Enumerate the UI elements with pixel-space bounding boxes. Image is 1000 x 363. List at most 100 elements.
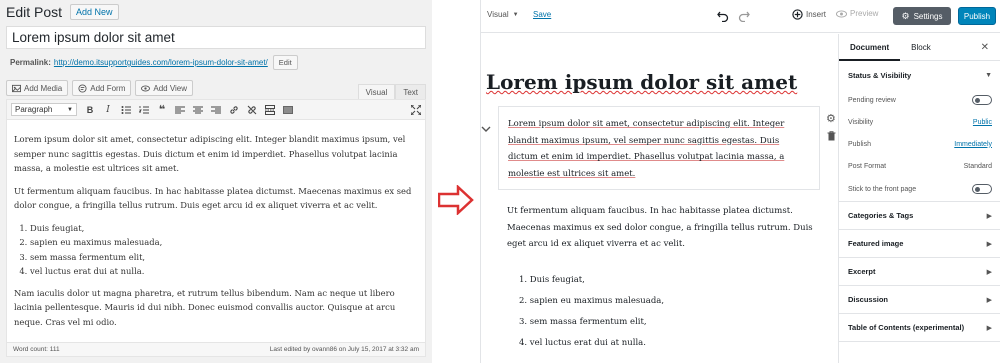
- mode-switcher[interactable]: Visual ▼: [487, 10, 519, 19]
- chevron-down-icon[interactable]: [481, 124, 491, 134]
- paragraph: Nam iaculis dolor ut magna pharetra, et …: [14, 287, 396, 327]
- settings-label: Settings: [913, 11, 943, 21]
- undo-icon[interactable]: [717, 10, 729, 22]
- post-format-select[interactable]: Standard: [964, 163, 992, 170]
- tab-block[interactable]: Block: [900, 34, 942, 61]
- more-tag-icon[interactable]: [265, 104, 275, 115]
- align-left-icon[interactable]: [175, 105, 185, 115]
- list-item: vel luctus erat dui at nulla.: [30, 264, 418, 278]
- word-count: Word count: 111: [13, 346, 60, 353]
- add-view-label: Add View: [153, 83, 188, 93]
- fullscreen-icon[interactable]: [411, 104, 421, 115]
- bold-icon[interactable]: B: [85, 105, 95, 115]
- editor-statusbar: Word count: 111 Last edited by ovann86 o…: [7, 342, 425, 356]
- visibility-link[interactable]: Public: [973, 119, 992, 126]
- last-edited: Last edited by ovann86 on July 15, 2017 …: [269, 346, 419, 353]
- save-link[interactable]: Save: [533, 10, 551, 19]
- caret-right-icon: ▶: [986, 212, 992, 220]
- paragraph-block-text: Lorem ipsum dolor sit amet, consectetur …: [508, 119, 785, 180]
- block-settings-icon[interactable]: ⚙: [826, 114, 836, 125]
- insert-button[interactable]: Insert: [792, 9, 826, 20]
- italic-icon[interactable]: I: [103, 105, 113, 115]
- numbered-list-icon[interactable]: [139, 105, 149, 115]
- panel-excerpt[interactable]: Excerpt ▶: [839, 258, 1000, 286]
- pending-review-label: Pending review: [848, 96, 896, 104]
- list-item: 1. Duis feugiat,: [519, 275, 585, 285]
- post-title[interactable]: Lorem ipsum dolor sit amet: [486, 70, 797, 94]
- panel-title: Table of Contents (experimental): [848, 323, 965, 332]
- publish-button[interactable]: Publish: [958, 7, 996, 25]
- permalink-label: Permalink:: [10, 58, 51, 67]
- settings-button[interactable]: ⚙ Settings: [893, 7, 951, 25]
- sidebar-tabs: Document Block ✕: [839, 34, 1000, 61]
- trash-icon[interactable]: [827, 131, 836, 141]
- toolbar-toggle-icon[interactable]: [283, 105, 293, 115]
- panel-title: Featured image: [848, 239, 904, 248]
- tab-text[interactable]: Text: [395, 84, 426, 100]
- gutenberg-editor: Visual ▼ Save Insert Preview ⚙ Settings …: [480, 0, 1000, 363]
- panel-title: Categories & Tags: [848, 211, 914, 220]
- caret-down-icon: ▼: [512, 11, 519, 18]
- caret-right-icon: ▶: [986, 268, 992, 276]
- format-select[interactable]: Paragraph ▼: [11, 103, 77, 116]
- add-form-label: Add Form: [90, 83, 126, 93]
- visibility-label: Visibility: [848, 118, 874, 126]
- list-item: 4. vel luctus erat dui at nulla.: [519, 338, 646, 348]
- stick-row: Stick to the front page: [848, 177, 992, 201]
- settings-sidebar: Document Block ✕ Status & Visibility ▼ P…: [838, 34, 1000, 363]
- paragraph-block[interactable]: Ut fermentum aliquam faucibus. In hac ha…: [507, 203, 819, 253]
- pending-review-toggle[interactable]: [972, 95, 992, 105]
- mode-label: Visual: [487, 10, 509, 19]
- stick-toggle[interactable]: [972, 184, 992, 194]
- add-view-button[interactable]: Add View: [135, 80, 194, 96]
- panel-categories-tags[interactable]: Categories & Tags ▶: [839, 202, 1000, 230]
- add-new-button[interactable]: Add New: [70, 4, 119, 20]
- tab-document[interactable]: Document: [839, 34, 901, 61]
- panel-featured-image[interactable]: Featured image ▶: [839, 230, 1000, 258]
- ordered-list: Duis feugiat, sapien eu maximus malesuad…: [30, 221, 418, 279]
- panel-status-visibility[interactable]: Status & Visibility ▼: [839, 61, 1000, 89]
- tab-visual[interactable]: Visual: [357, 84, 396, 100]
- caret-right-icon: ▶: [986, 296, 992, 304]
- permalink-edit-button[interactable]: Edit: [272, 55, 298, 70]
- close-icon[interactable]: ✕: [981, 42, 989, 53]
- bullet-list-icon[interactable]: [121, 105, 131, 115]
- classic-editor-box: Paragraph ▼ B I ❝ Lorem ipsum dolor sit …: [6, 99, 426, 357]
- add-form-button[interactable]: Add Form: [72, 80, 132, 96]
- tinymce-toolbar: Paragraph ▼ B I ❝: [7, 100, 425, 120]
- post-format-label: Post Format: [848, 162, 887, 170]
- preview-label: Preview: [850, 9, 879, 18]
- align-center-icon[interactable]: [193, 105, 203, 115]
- publish-row: Publish Immediately: [848, 133, 992, 155]
- view-icon: [141, 85, 151, 91]
- chevron-down-icon: ▼: [67, 106, 73, 113]
- list-item: 3. sem massa fermentum elit,: [519, 317, 647, 327]
- post-title-input[interactable]: Lorem ipsum dolor sit amet: [6, 26, 426, 49]
- add-media-label: Add Media: [24, 83, 63, 93]
- list-item: 2. sapien eu maximus malesuada,: [519, 296, 665, 306]
- editor-tabs: Visual Text: [357, 84, 426, 100]
- form-icon: [78, 83, 87, 93]
- media-buttons: Add Media Add Form Add View: [6, 80, 194, 96]
- redo-icon[interactable]: [738, 10, 750, 22]
- selected-paragraph-block[interactable]: Lorem ipsum dolor sit amet, consectetur …: [498, 106, 820, 190]
- unlink-icon[interactable]: [247, 105, 257, 115]
- align-right-icon[interactable]: [211, 105, 221, 115]
- eye-icon: [836, 10, 847, 17]
- publish-label: Publish: [848, 140, 871, 148]
- link-icon[interactable]: [229, 105, 239, 115]
- publish-date-link[interactable]: Immediately: [954, 141, 992, 148]
- media-icon: [12, 84, 21, 92]
- classic-content[interactable]: Lorem ipsum dolor sit amet, consectetur …: [7, 120, 425, 329]
- preview-button[interactable]: Preview: [836, 9, 878, 18]
- blockquote-icon[interactable]: ❝: [157, 104, 167, 115]
- list-item: sapien eu maximus malesuada,: [30, 235, 418, 249]
- permalink-url[interactable]: http://demo.itsupportguides.com/lorem-ip…: [54, 58, 268, 67]
- stick-label: Stick to the front page: [848, 185, 917, 193]
- add-media-button[interactable]: Add Media: [6, 80, 69, 96]
- panel-discussion[interactable]: Discussion ▶: [839, 286, 1000, 314]
- panel-title: Status & Visibility: [848, 70, 912, 80]
- panel-table-of-contents[interactable]: Table of Contents (experimental) ▶: [839, 314, 1000, 342]
- panel-title: Discussion: [848, 295, 889, 304]
- list-block[interactable]: 1. Duis feugiat, 2. sapien eu maximus ma…: [519, 270, 664, 354]
